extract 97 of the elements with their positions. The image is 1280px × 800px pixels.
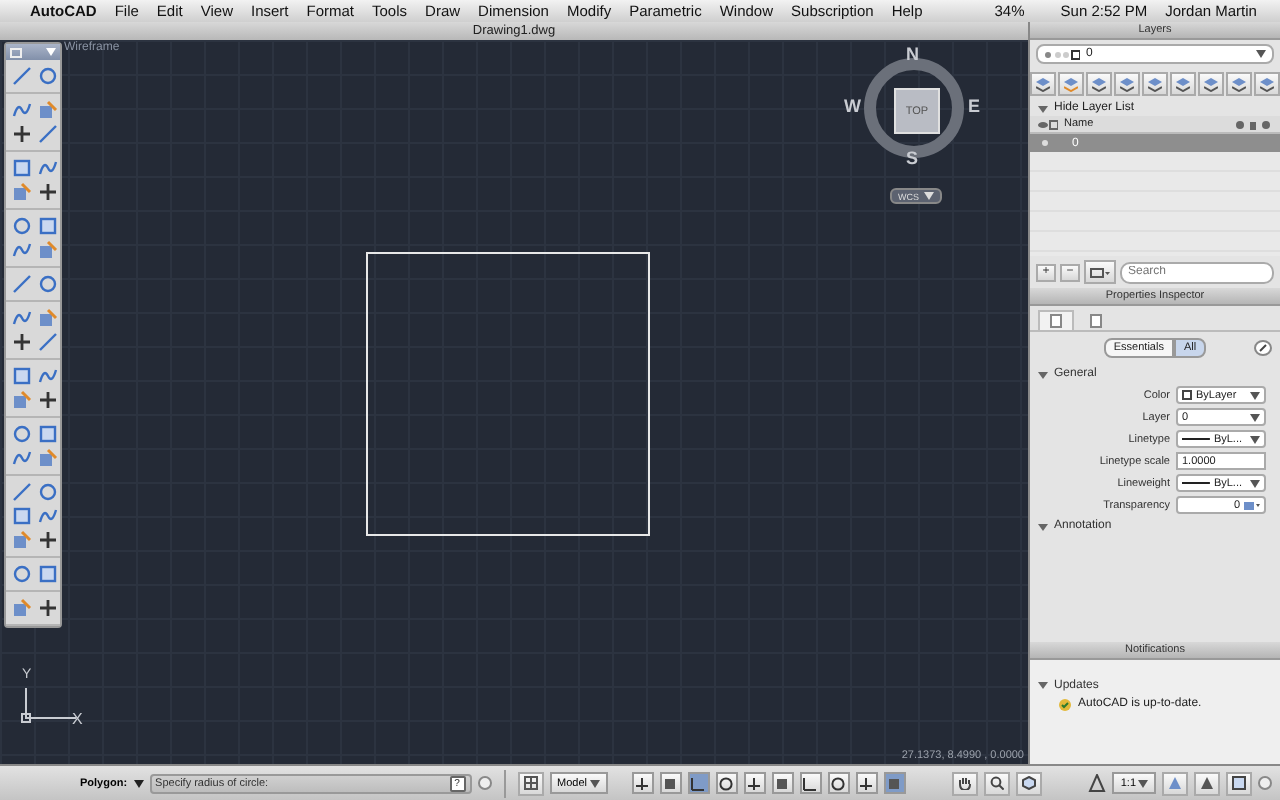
layer-state-icon (1044, 49, 1080, 59)
layers-icon (1244, 499, 1260, 512)
grip-icon (10, 47, 22, 57)
caret-icon (1250, 413, 1260, 422)
fullscreen-icon (1232, 776, 1247, 790)
layout-grid-button[interactable] (517, 771, 544, 795)
grid-icon (523, 776, 538, 790)
layer-stack-icon (1120, 77, 1134, 91)
disclosure-triangle-icon[interactable] (1038, 521, 1048, 532)
cube-icon (1021, 776, 1036, 790)
auto-scale-button[interactable] (1194, 771, 1221, 795)
tool-icon[interactable] (38, 598, 58, 618)
layer-stack-icon (1148, 77, 1162, 91)
tool-icon[interactable] (12, 124, 32, 144)
document-icon (1050, 314, 1062, 329)
drafting-toggle[interactable] (855, 772, 878, 794)
ucs-axes-icon (20, 688, 76, 726)
drafting-toggle[interactable] (631, 772, 654, 794)
caret-icon (133, 779, 144, 787)
visibility-icon (1038, 119, 1058, 129)
layer-property-icons (1236, 119, 1272, 129)
inspector-tab[interactable] (1038, 310, 1074, 331)
annotation-scale-icon[interactable] (1088, 774, 1107, 792)
caret-icon (1250, 391, 1260, 400)
line-sample-icon (1182, 436, 1210, 443)
caret-icon (589, 779, 600, 787)
drafting-mode-icon (858, 775, 875, 791)
drafting-mode-icon (690, 775, 707, 791)
caret-icon (1256, 50, 1266, 58)
layer-tool-button[interactable] (1058, 72, 1084, 96)
caret-icon (46, 48, 56, 56)
layer-tool-button[interactable] (1086, 72, 1112, 96)
pin-button-icon[interactable] (1254, 340, 1272, 357)
caret-icon (923, 192, 933, 200)
drafting-mode-icon (634, 775, 651, 791)
tool-icon[interactable] (38, 182, 58, 202)
drafting-mode-icon (886, 775, 903, 791)
drafting-mode-icon (746, 775, 763, 791)
tool-icon[interactable] (38, 530, 58, 550)
layer-tool-button[interactable] (1114, 72, 1140, 96)
layer-dot-icon (1042, 140, 1048, 146)
layer-stack-icon (1232, 77, 1246, 91)
layer-stack-icon (1036, 77, 1050, 91)
disclosure-triangle-icon[interactable] (1038, 103, 1048, 113)
disclosure-triangle-icon[interactable] (1038, 680, 1048, 691)
columns-icon (1090, 267, 1110, 278)
annotation-visibility-button[interactable] (1162, 771, 1189, 795)
annotation-icon (1168, 776, 1183, 790)
layer-tool-button[interactable] (1254, 72, 1280, 96)
update-badge-icon (1058, 697, 1072, 712)
status-options-icon[interactable] (1258, 776, 1273, 790)
compass-east[interactable]: E (968, 96, 981, 116)
annotation-icon (1200, 776, 1215, 790)
tool-icon[interactable] (12, 332, 32, 352)
layer-tool-button[interactable] (1226, 72, 1252, 96)
hand-icon (957, 776, 972, 790)
layer-stack-icon (1176, 77, 1190, 91)
layer-stack-icon (1204, 77, 1218, 91)
compass-south[interactable]: S (906, 148, 919, 168)
layer-tool-button[interactable] (1198, 72, 1224, 96)
layer-tool-button[interactable] (1170, 72, 1196, 96)
compass-north[interactable]: N (906, 44, 919, 64)
line-sample-icon (1182, 480, 1210, 487)
color-swatch-icon (1182, 390, 1192, 401)
drafting-toggle[interactable] (827, 772, 850, 794)
layer-tool-button[interactable] (1030, 72, 1056, 96)
compass-west[interactable]: W (844, 96, 861, 116)
fullscreen-button[interactable] (1226, 771, 1253, 795)
layer-stack-icon (1064, 77, 1078, 91)
drafting-toggle[interactable] (715, 772, 738, 794)
caret-icon (1138, 779, 1149, 787)
ucs-x-label: X (72, 710, 83, 728)
columns-button[interactable] (1084, 260, 1116, 285)
drafting-toggle[interactable] (799, 772, 822, 794)
magnifier-icon (989, 776, 1004, 790)
command-options-icon[interactable] (477, 776, 492, 790)
orbit-button[interactable] (1015, 771, 1042, 795)
drafting-mode-icon (802, 775, 819, 791)
caret-icon (1250, 435, 1260, 444)
drafting-toggle[interactable] (883, 772, 906, 794)
layer-stack-icon (1260, 77, 1274, 91)
drafting-mode-icon (718, 775, 735, 791)
drafting-toggle[interactable] (659, 772, 682, 794)
layer-tool-button[interactable] (1142, 72, 1168, 96)
caret-icon (1250, 479, 1260, 488)
zoom-button[interactable] (983, 771, 1010, 795)
pan-button[interactable] (951, 771, 978, 795)
drafting-mode-icon (774, 775, 791, 791)
drafting-mode-icon (662, 775, 679, 791)
drafting-mode-icon (830, 775, 847, 791)
drafting-toggle[interactable] (687, 772, 710, 794)
disclosure-triangle-icon[interactable] (1038, 369, 1048, 380)
pages-icon (1090, 314, 1102, 329)
drafting-toggle[interactable] (771, 772, 794, 794)
layer-stack-icon (1092, 77, 1106, 91)
tool-icon[interactable] (38, 390, 58, 410)
drafting-toggle[interactable] (743, 772, 766, 794)
